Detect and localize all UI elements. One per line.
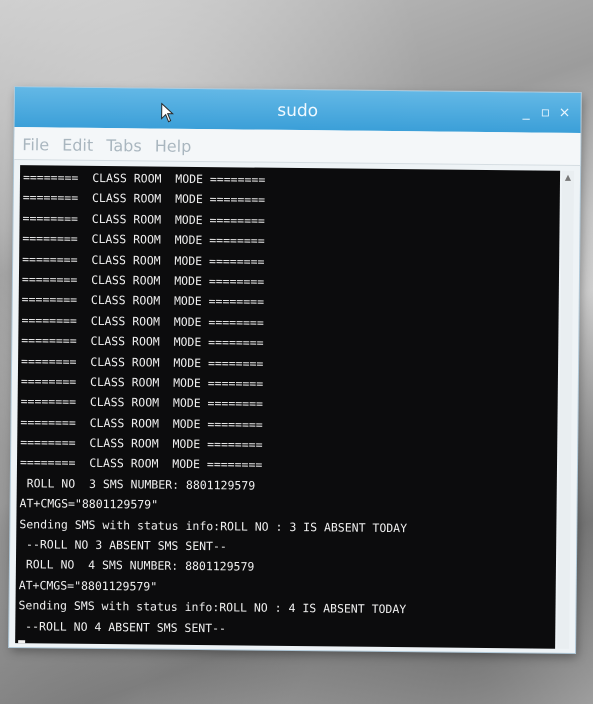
terminal-lines: ======== CLASS ROOM MODE ======== ======…	[18, 167, 411, 649]
menu-tabs[interactable]: Tabs	[106, 136, 142, 155]
scroll-up-arrow-icon[interactable]: ▲	[562, 173, 574, 182]
minimize-button[interactable]: _	[523, 104, 530, 120]
menu-bar: File Edit Tabs Help	[14, 127, 581, 166]
terminal-window: sudo _ ▫ × File Edit Tabs Help ======== …	[9, 87, 581, 653]
terminal-output[interactable]: ======== CLASS ROOM MODE ======== ======…	[15, 165, 561, 649]
menu-edit[interactable]: Edit	[62, 136, 93, 155]
close-button[interactable]: ×	[559, 105, 571, 121]
maximize-button[interactable]: ▫	[541, 105, 551, 121]
vertical-scrollbar[interactable]: ▲	[557, 170, 575, 649]
menu-help[interactable]: Help	[155, 137, 192, 156]
terminal-line: --ROLL NO 4 ABSENT SMS SENT--	[18, 618, 227, 635]
window-title: sudo	[277, 100, 319, 122]
menu-file[interactable]: File	[22, 135, 49, 154]
title-bar[interactable]: sudo _ ▫ ×	[14, 87, 581, 133]
